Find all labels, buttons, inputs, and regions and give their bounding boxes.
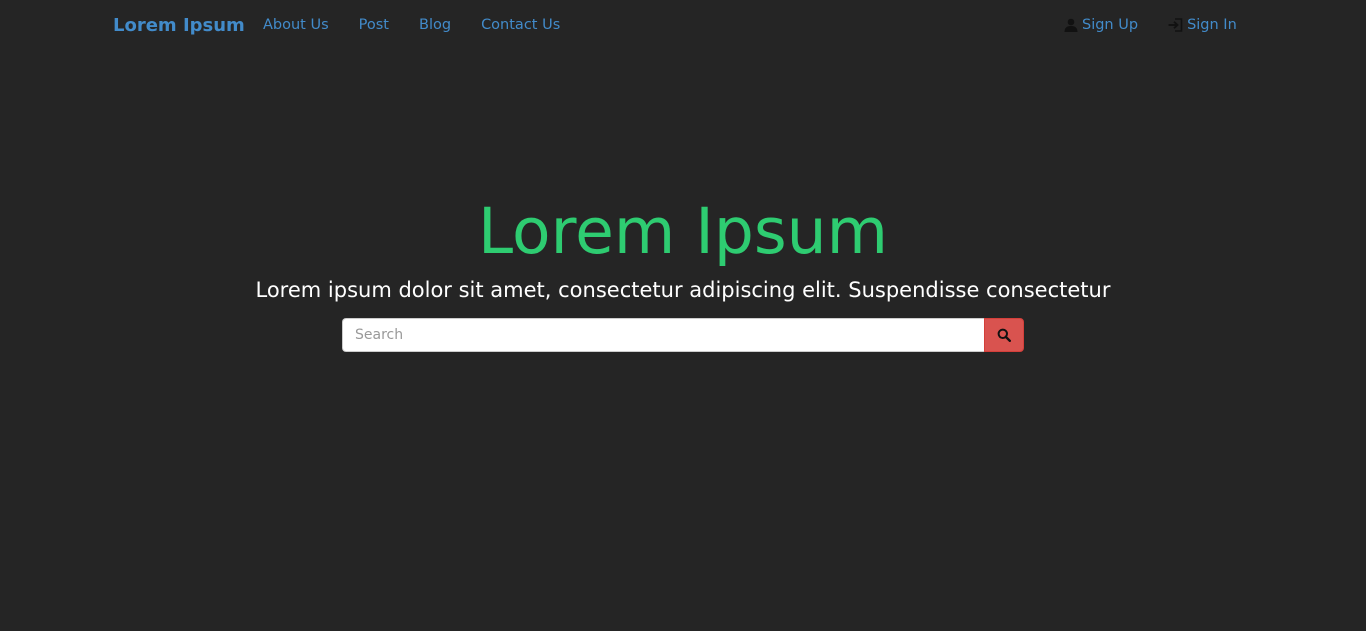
log-in-icon xyxy=(1168,18,1183,32)
main-nav: About Us Post Blog Contact Us xyxy=(263,17,560,33)
hero-title: Lorem Ipsum xyxy=(478,195,888,268)
user-icon xyxy=(1064,18,1078,32)
sign-up-label: Sign Up xyxy=(1082,17,1139,33)
search-icon xyxy=(997,328,1011,342)
nav-link-about-us[interactable]: About Us xyxy=(263,17,329,33)
nav-link-post[interactable]: Post xyxy=(359,17,389,33)
top-navbar: Lorem Ipsum About Us Post Blog Contact U… xyxy=(0,0,1366,52)
account-nav: Sign Up Sign In xyxy=(1064,17,1237,33)
sign-in-link[interactable]: Sign In xyxy=(1168,17,1237,33)
nav-link-blog[interactable]: Blog xyxy=(419,17,451,33)
search-button[interactable] xyxy=(984,318,1024,352)
nav-link-contact-us[interactable]: Contact Us xyxy=(481,17,560,33)
sign-up-link[interactable]: Sign Up xyxy=(1064,17,1138,33)
sign-in-label: Sign In xyxy=(1187,17,1237,33)
search-input[interactable] xyxy=(342,318,984,352)
brand-link[interactable]: Lorem Ipsum xyxy=(113,15,245,36)
search-form xyxy=(342,318,1024,352)
hero-subtitle: Lorem ipsum dolor sit amet, consectetur … xyxy=(255,278,1111,302)
